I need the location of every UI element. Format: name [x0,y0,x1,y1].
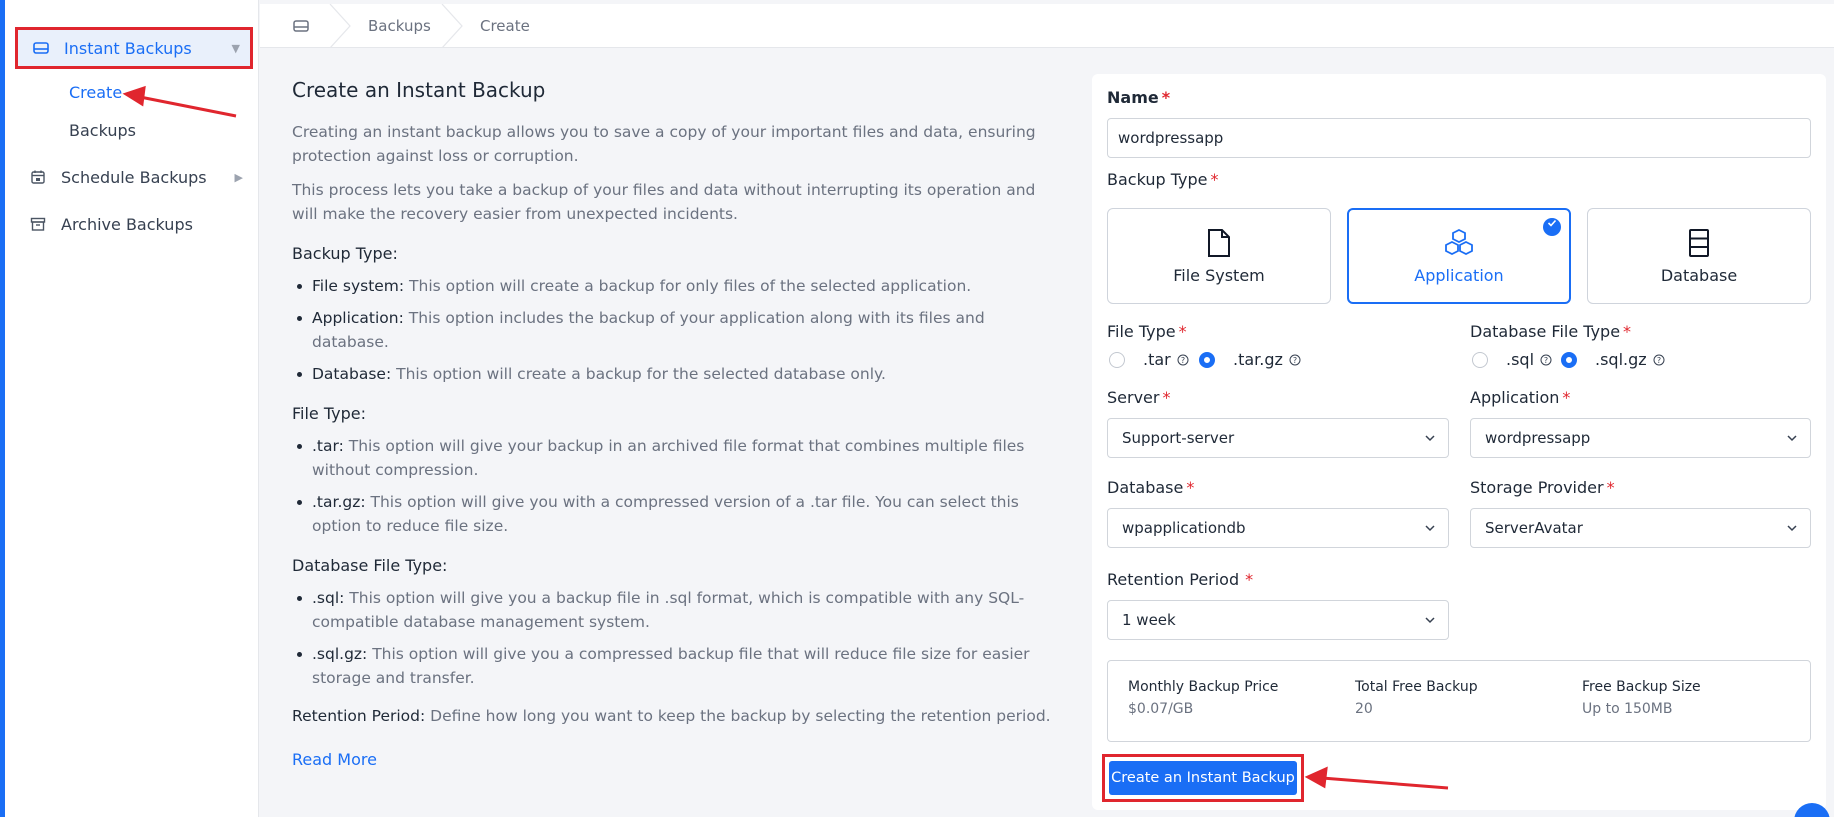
radio-sql[interactable]: .sql ? [1472,350,1552,369]
backup-type-list: File system: This option will create a b… [292,274,1052,386]
retention-paragraph: Retention Period: Define how long you wa… [292,707,1051,725]
read-more-link[interactable]: Read More [292,748,377,772]
sidebar-item-label: Archive Backups [61,214,193,234]
create-instant-backup-button[interactable]: Create an Instant Backup [1109,761,1297,795]
checkmark-icon [1543,218,1561,236]
file-icon [1208,228,1230,257]
storage-provider-select[interactable]: ServerAvatar [1470,508,1811,548]
cubes-icon [1445,228,1473,255]
list-item: .tar.gz: This option will give you with … [292,490,1052,538]
backup-type-label-text: Application [1414,265,1504,285]
calendar-icon [29,168,47,186]
intro-paragraph: Creating an instant backup allows you to… [292,123,1036,165]
server-label: Server * [1107,388,1171,407]
svg-text:?: ? [1293,356,1297,365]
database-icon [1689,228,1709,257]
backup-form-card: Name * wordpressapp Backup Type * File Sys… [1092,74,1826,810]
radio-tar[interactable]: .tar ? [1109,350,1189,369]
drive-icon [32,39,50,57]
backup-type-application[interactable]: Application [1347,208,1571,304]
radio-tar-gz[interactable]: .tar.gz ? [1199,350,1301,369]
list-item: Database: This option will create a back… [292,362,1052,386]
svg-text:?: ? [1544,356,1548,365]
sidebar-item-schedule-backups[interactable]: Schedule Backups ▶ [15,156,253,198]
free-backup-size: Free Backup Size Up to 150MB [1582,679,1701,717]
caret-right-icon: ▶ [234,170,243,184]
sidebar-item-label: Schedule Backups [61,167,207,187]
breadcrumb-item-backups[interactable]: Backups [368,4,431,48]
list-item: .sql.gz: This option will give you a com… [292,642,1052,690]
sidebar: Instant Backups ▼ Create Backups Schedul… [5,0,259,817]
db-file-type-heading: Database File Type: [292,556,448,575]
svg-text:?: ? [1657,356,1661,365]
total-free-backup: Total Free Backup 20 [1355,679,1478,717]
chevron-down-icon [1787,435,1797,442]
sidebar-item-archive-backups[interactable]: Archive Backups [15,203,253,245]
sidebar-sub-backups[interactable]: Backups [69,121,136,140]
archive-icon [29,215,47,233]
radio-sql-gz[interactable]: .sql.gz ? [1561,350,1665,369]
backup-type-heading: Backup Type: [292,244,398,263]
sidebar-item-instant-backups[interactable]: Instant Backups ▼ [15,27,253,69]
file-type-label: File Type * [1107,322,1187,341]
svg-text:?: ? [1181,356,1185,365]
chevron-down-icon [1787,525,1797,532]
file-type-list: .tar: This option will give your backup … [292,434,1052,538]
monthly-price: Monthly Backup Price $0.07/GB [1128,679,1279,717]
storage-provider-label: Storage Provider * [1470,478,1615,497]
backup-type-label-text: File System [1173,265,1265,285]
info-panel: Create an Instant Backup Creating an ins… [292,78,1052,772]
backup-type-database[interactable]: Database [1587,208,1811,304]
backup-type-file-system[interactable]: File System [1107,208,1331,304]
db-file-type-list: .sql: This option will give you a backup… [292,586,1052,690]
backup-summary-box: Monthly Backup Price $0.07/GB Total Free… [1107,660,1811,742]
help-icon[interactable]: ? [1289,354,1301,366]
intro-paragraph: This process lets you take a backup of y… [292,181,1036,223]
help-icon[interactable]: ? [1653,354,1665,366]
list-item: .tar: This option will give your backup … [292,434,1052,482]
submit-highlight: Create an Instant Backup [1102,754,1304,802]
radio-circle-selected [1199,351,1215,368]
radio-circle [1109,351,1125,368]
breadcrumb-item-create: Create [480,17,530,35]
database-label: Database * [1107,478,1195,497]
breadcrumb-separator [329,4,351,48]
application-label: Application * [1470,388,1571,407]
list-item: Application: This option includes the ba… [292,306,1052,354]
name-input[interactable]: wordpressapp [1107,118,1811,158]
list-item: File system: This option will create a b… [292,274,1052,298]
sidebar-item-label: Instant Backups [64,38,192,58]
db-file-type-label: Database File Type * [1470,322,1632,341]
chevron-down-icon [1425,435,1435,442]
server-select[interactable]: Support-server [1107,418,1449,458]
backup-type-label: Backup Type * [1107,170,1219,189]
breadcrumb: Backups Create [260,4,1834,48]
caret-down-icon: ▼ [231,41,240,55]
list-item: .sql: This option will give you a backup… [292,586,1052,634]
retention-period-label: Retention Period * [1107,570,1254,589]
help-icon[interactable]: ? [1540,354,1552,366]
radio-circle-selected [1561,351,1577,368]
file-type-heading: File Type: [292,404,366,423]
backup-type-label-text: Database [1660,265,1738,285]
page-title: Create an Instant Backup [292,78,546,102]
chevron-down-icon [1425,617,1435,624]
retention-period-select[interactable]: 1 week [1107,600,1449,640]
chevron-down-icon [1425,525,1435,532]
help-icon[interactable]: ? [1177,354,1189,366]
home-drive-icon[interactable] [292,4,310,48]
breadcrumb-separator [441,4,463,48]
radio-circle [1472,351,1488,368]
database-select[interactable]: wpapplicationdb [1107,508,1449,548]
application-select[interactable]: wordpressapp [1470,418,1811,458]
sidebar-sub-create[interactable]: Create [69,83,122,102]
name-label: Name * [1107,88,1171,107]
